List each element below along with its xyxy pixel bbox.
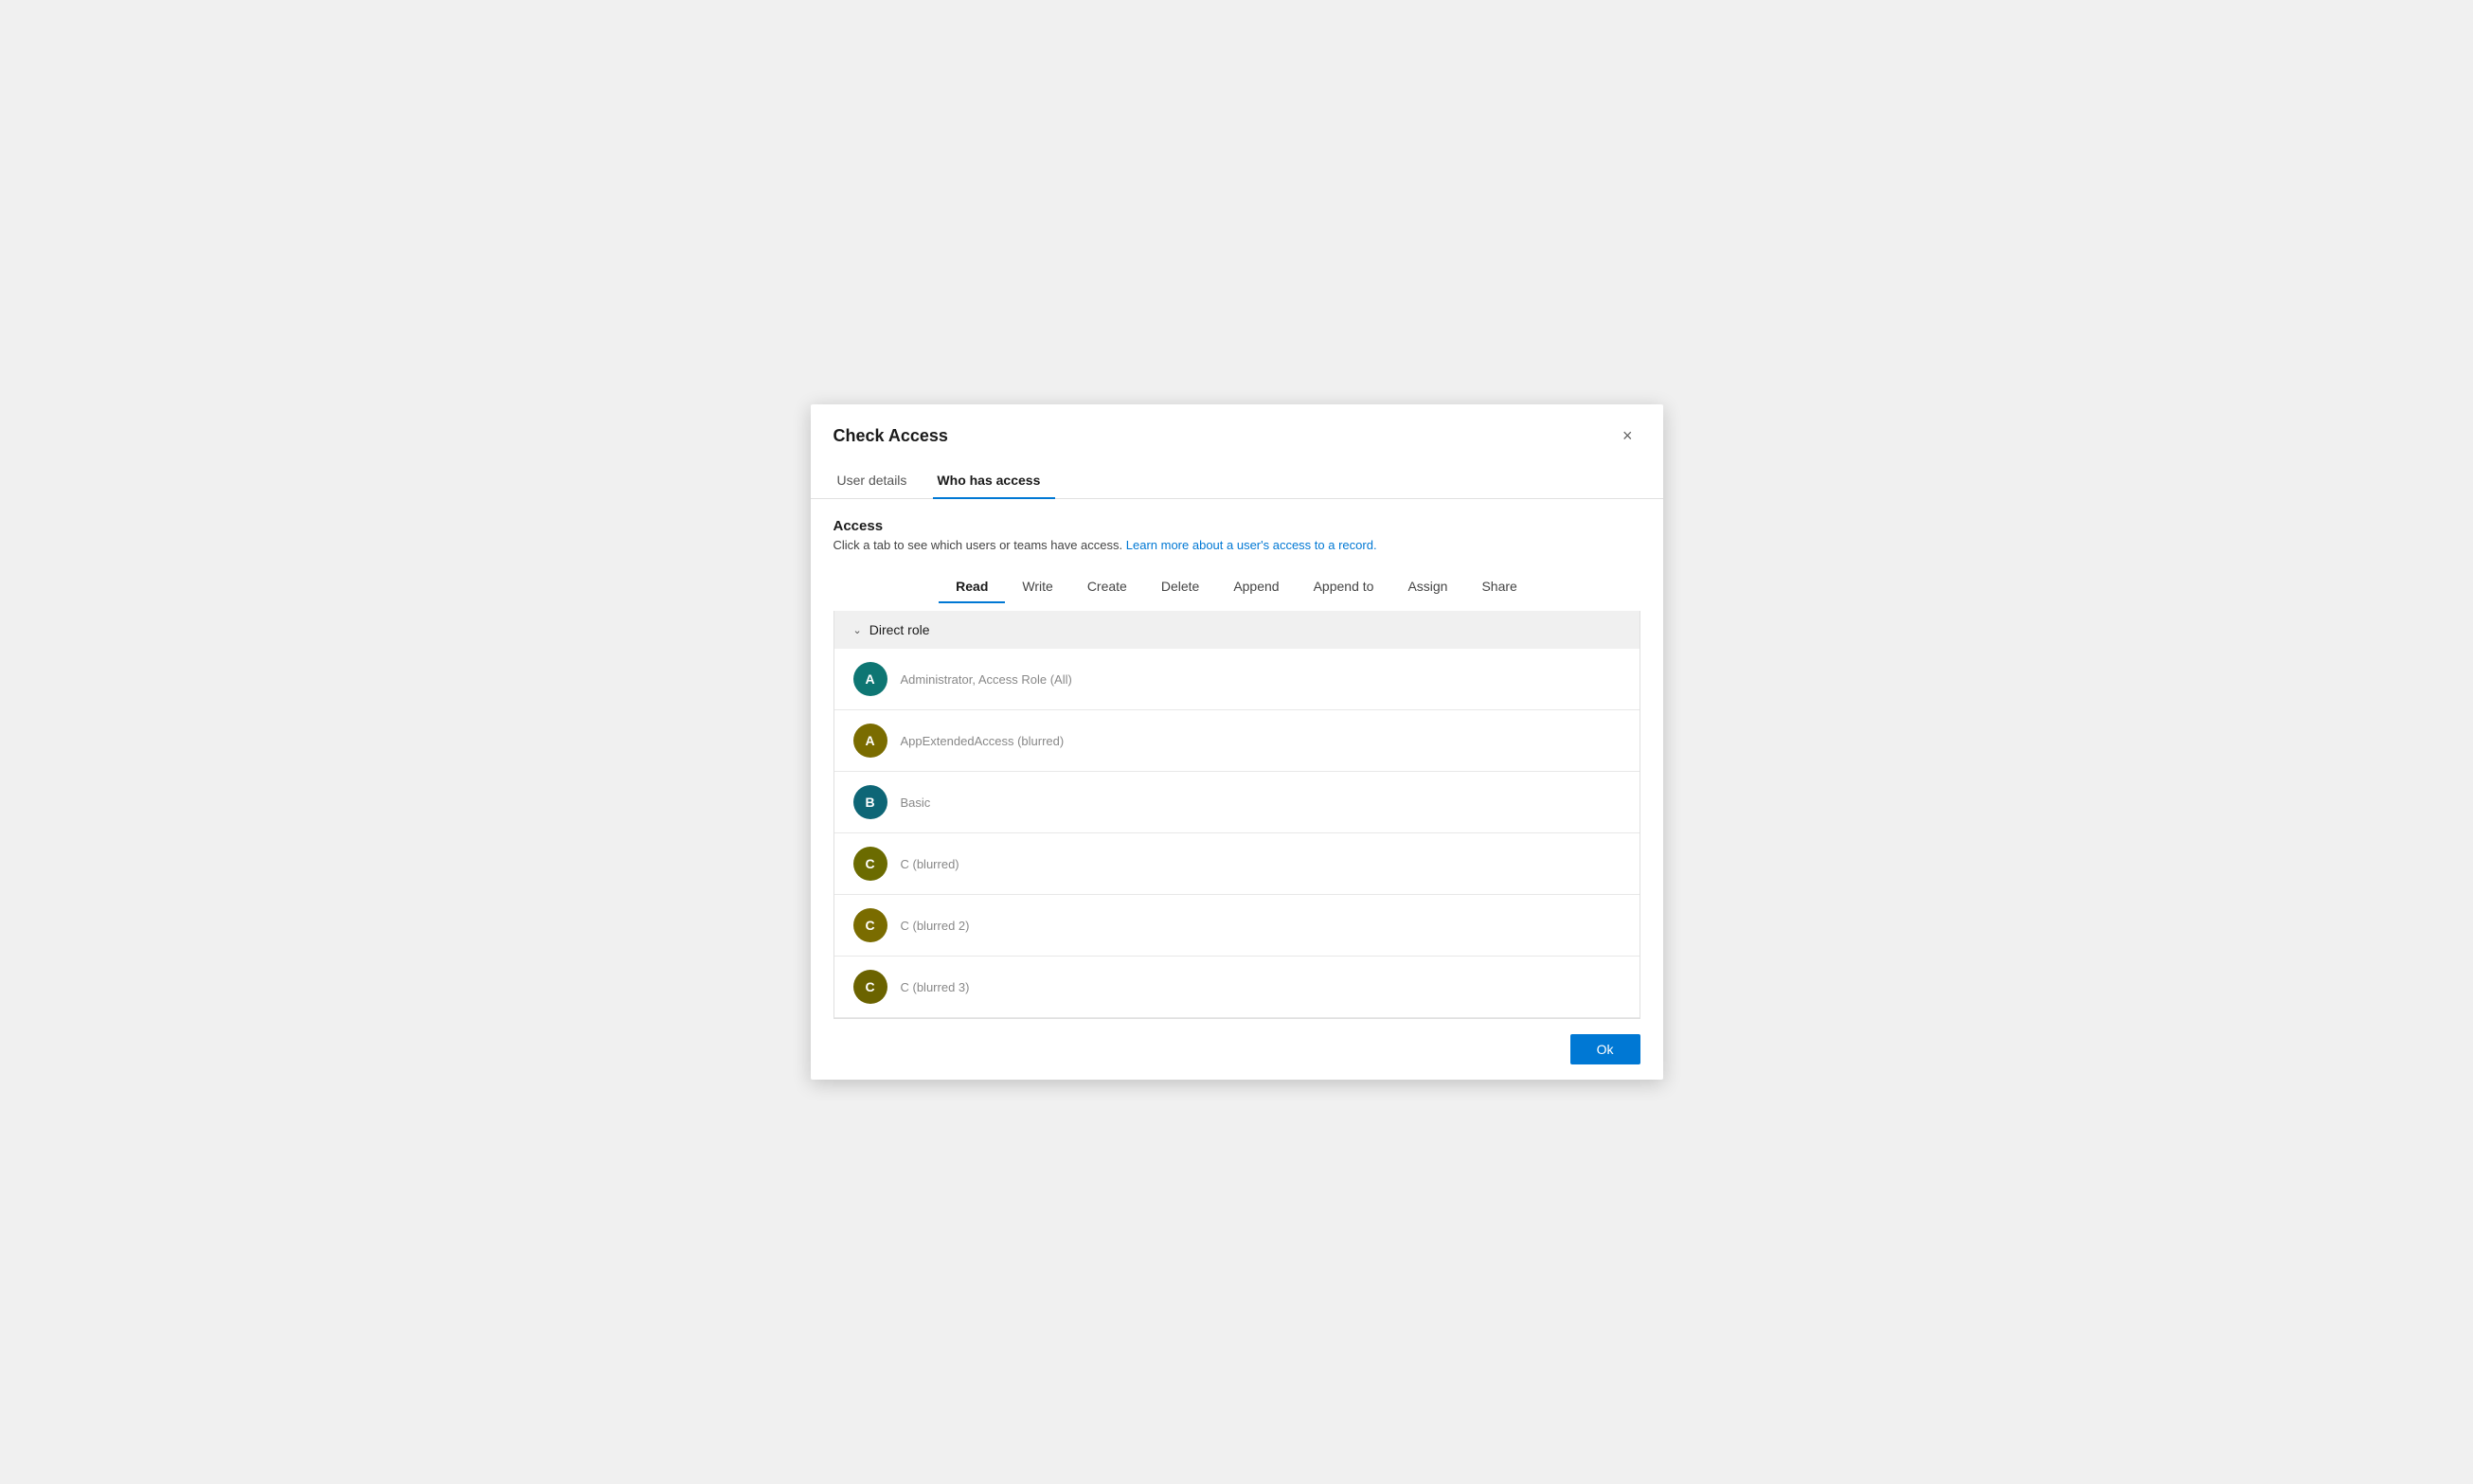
perm-tab-write[interactable]: Write (1005, 571, 1069, 603)
perm-tab-append[interactable]: Append (1216, 571, 1296, 603)
perm-tab-read[interactable]: Read (939, 571, 1005, 603)
main-tabs: User details Who has access (811, 463, 1663, 499)
avatar: A (853, 662, 887, 696)
perm-tab-append-to[interactable]: Append to (1297, 571, 1391, 603)
avatar: C (853, 908, 887, 942)
content-area: Access Click a tab to see which users or… (811, 499, 1663, 1019)
perm-tab-share[interactable]: Share (1464, 571, 1533, 603)
perm-tab-delete[interactable]: Delete (1144, 571, 1216, 603)
access-description-text: Click a tab to see which users or teams … (833, 538, 1123, 552)
access-description: Click a tab to see which users or teams … (833, 538, 1640, 552)
dialog-footer: Ok (811, 1019, 1663, 1080)
table-row: C C (blurred) (834, 833, 1640, 895)
table-row: C C (blurred 3) (834, 957, 1640, 1018)
record-name: AppExtendedAccess (blurred) (901, 734, 1065, 748)
access-learn-more-link[interactable]: Learn more about a user's access to a re… (1126, 538, 1377, 552)
record-name: Administrator, Access Role (All) (901, 672, 1072, 687)
record-name: C (blurred) (901, 857, 959, 871)
record-name: Basic (901, 796, 931, 810)
table-row: A Administrator, Access Role (All) (834, 649, 1640, 710)
chevron-down-icon: ⌄ (853, 624, 862, 636)
check-access-dialog: Check Access × User details Who has acce… (811, 404, 1663, 1080)
avatar: B (853, 785, 887, 819)
dialog-title: Check Access (833, 426, 948, 446)
table-row: A AppExtendedAccess (blurred) (834, 710, 1640, 772)
avatar: C (853, 847, 887, 881)
perm-tab-create[interactable]: Create (1070, 571, 1144, 603)
avatar: C (853, 970, 887, 1004)
avatar: A (853, 724, 887, 758)
permission-tabs: Read Write Create Delete Append Append t… (833, 571, 1640, 611)
ok-button[interactable]: Ok (1570, 1034, 1640, 1064)
record-name: C (blurred 3) (901, 980, 970, 994)
tab-who-has-access[interactable]: Who has access (933, 463, 1055, 499)
table-row: B Basic (834, 772, 1640, 833)
close-button[interactable]: × (1615, 423, 1640, 448)
record-name: C (blurred 2) (901, 919, 970, 933)
perm-tab-assign[interactable]: Assign (1390, 571, 1464, 603)
direct-role-label: Direct role (869, 622, 930, 637)
access-title: Access (833, 518, 1640, 534)
records-section: ⌄ Direct role A Administrator, Access Ro… (833, 611, 1640, 1019)
table-row: C C (blurred 2) (834, 895, 1640, 957)
tab-user-details[interactable]: User details (833, 463, 923, 499)
direct-role-header[interactable]: ⌄ Direct role (834, 611, 1640, 649)
dialog-header: Check Access × (811, 404, 1663, 448)
